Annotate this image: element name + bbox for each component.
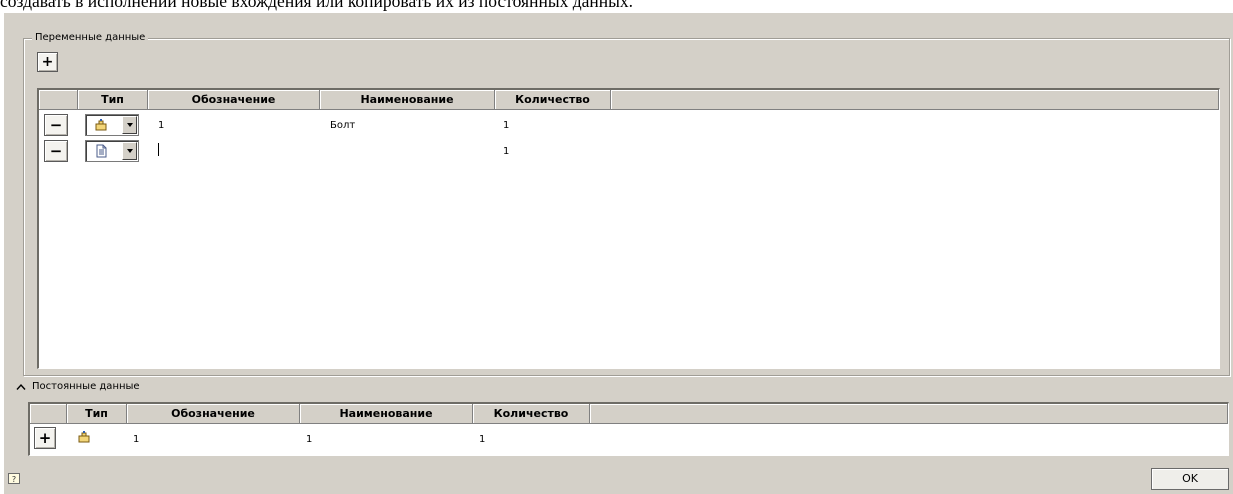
- quantity-cell[interactable]: 1: [503, 146, 509, 158]
- column-header-type[interactable]: Тип: [78, 90, 148, 110]
- variable-row: − 1 Болт 1: [39, 112, 1219, 138]
- type-dropdown-button[interactable]: [122, 142, 137, 160]
- designation-cell[interactable]: 1: [158, 120, 164, 132]
- part-icon: [78, 431, 90, 443]
- part-icon: [95, 119, 107, 131]
- column-header-quantity[interactable]: Количество: [473, 404, 590, 424]
- name-cell[interactable]: Болт: [330, 120, 355, 132]
- type-select[interactable]: [85, 114, 139, 136]
- designation-cell: 1: [133, 434, 140, 445]
- chevron-down-icon: [126, 149, 133, 153]
- chevron-down-icon: [126, 123, 133, 127]
- svg-text:?: ?: [12, 475, 16, 484]
- add-from-constant-button[interactable]: +: [34, 427, 56, 449]
- constant-grid-header: Тип Обозначение Наименование Количество: [30, 404, 1228, 424]
- name-cell: 1: [306, 434, 313, 445]
- column-header-name[interactable]: Наименование: [320, 90, 495, 110]
- quantity-cell: 1: [479, 434, 486, 445]
- constant-data-grid: Тип Обозначение Наименование Количество …: [28, 402, 1229, 456]
- variable-data-group: Переменные данные + Тип Обозначение Наим…: [23, 32, 1230, 376]
- instruction-caption: создавать в исполнении новые вхождения и…: [0, 0, 1233, 13]
- variable-grid-header: Тип Обозначение Наименование Количество: [39, 90, 1219, 110]
- variable-data-grid: Тип Обозначение Наименование Количество …: [37, 88, 1220, 369]
- quantity-cell[interactable]: 1: [503, 120, 509, 132]
- column-header-filler: [611, 90, 1219, 110]
- column-header-filler: [590, 404, 1228, 424]
- text-cursor: [158, 143, 159, 156]
- remove-row-button[interactable]: −: [44, 140, 68, 162]
- column-header-blank: [30, 404, 67, 424]
- type-select[interactable]: [85, 140, 139, 162]
- remove-row-button[interactable]: −: [44, 114, 68, 136]
- help-icon[interactable]: ?: [8, 473, 20, 485]
- column-header-designation[interactable]: Обозначение: [127, 404, 300, 424]
- dialog-window: Переменные данные + Тип Обозначение Наим…: [4, 13, 1233, 494]
- column-header-name[interactable]: Наименование: [300, 404, 473, 424]
- column-header-blank: [39, 90, 78, 110]
- column-header-designation[interactable]: Обозначение: [148, 90, 320, 110]
- document-icon: [96, 144, 107, 158]
- column-header-quantity[interactable]: Количество: [495, 90, 611, 110]
- variable-row: − 1: [39, 138, 1219, 164]
- ok-button[interactable]: OK: [1151, 468, 1229, 490]
- column-header-type[interactable]: Тип: [67, 404, 127, 424]
- variable-data-title: Переменные данные: [32, 32, 149, 43]
- constant-data-title[interactable]: Постоянные данные: [32, 381, 140, 392]
- constant-row: + 1 1 1: [30, 424, 1228, 454]
- type-dropdown-button[interactable]: [122, 116, 137, 134]
- add-variable-row-button[interactable]: +: [37, 52, 58, 72]
- chevron-up-icon[interactable]: [16, 383, 26, 391]
